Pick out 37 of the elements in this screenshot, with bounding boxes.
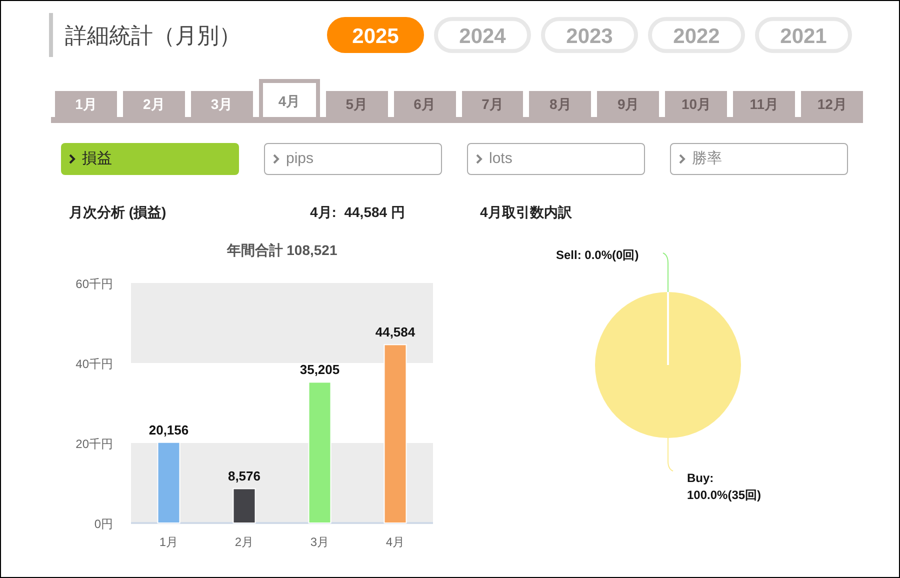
section-heading: 4月取引数内訳 [480, 203, 572, 222]
page-title: 詳細統計（月別） [65, 22, 241, 50]
axis-label: 3月 [310, 535, 330, 549]
chevron-icon [679, 154, 686, 164]
metric-button[interactable]: 勝率 [670, 143, 848, 175]
axis-label: 4月 [386, 535, 405, 549]
metric-button[interactable]: pips [264, 143, 442, 175]
axis-label: 2月 [234, 535, 254, 549]
month-tab[interactable]: 2月 [122, 91, 185, 117]
month-tab[interactable]: 3月 [190, 91, 253, 117]
axis-label: 0円 [94, 517, 113, 531]
metric-button[interactable]: lots [467, 143, 645, 175]
value-label: 44,584 [375, 324, 416, 340]
data-label: Sell: 0.0%(0回) [556, 248, 639, 262]
month-tab[interactable]: 4月 [258, 79, 320, 117]
year-tab[interactable]: 2023 [541, 17, 638, 53]
year-tab[interactable]: 2025 [327, 17, 424, 53]
year-tab[interactable]: 2021 [755, 17, 852, 53]
chevron-icon [476, 154, 483, 164]
month-total: 4月: 44,584 円 [310, 203, 406, 222]
chart-title: 年間合計 108,521 [226, 242, 338, 258]
year-tab[interactable]: 2024 [434, 17, 531, 53]
value-label: 35,205 [300, 362, 340, 378]
leader-line [668, 438, 674, 472]
section-heading: 月次分析 (損益) [69, 203, 168, 222]
month-tab[interactable]: 1月 [55, 91, 117, 117]
year-tab[interactable]: 2022 [648, 17, 745, 53]
chevron-icon [69, 154, 76, 164]
axis-label: 40千円 [76, 357, 113, 371]
chevron-icon [273, 154, 280, 164]
value-label: 20,156 [148, 422, 189, 438]
data-label: Buy: 100.0%(35回) [687, 471, 762, 502]
axis-label: 60千円 [76, 277, 113, 291]
metric-button[interactable]: 損益 [61, 143, 239, 175]
axis-label: 20千円 [76, 437, 113, 451]
axis-label: 1月 [159, 535, 178, 549]
value-label: 8,576 [228, 468, 261, 484]
